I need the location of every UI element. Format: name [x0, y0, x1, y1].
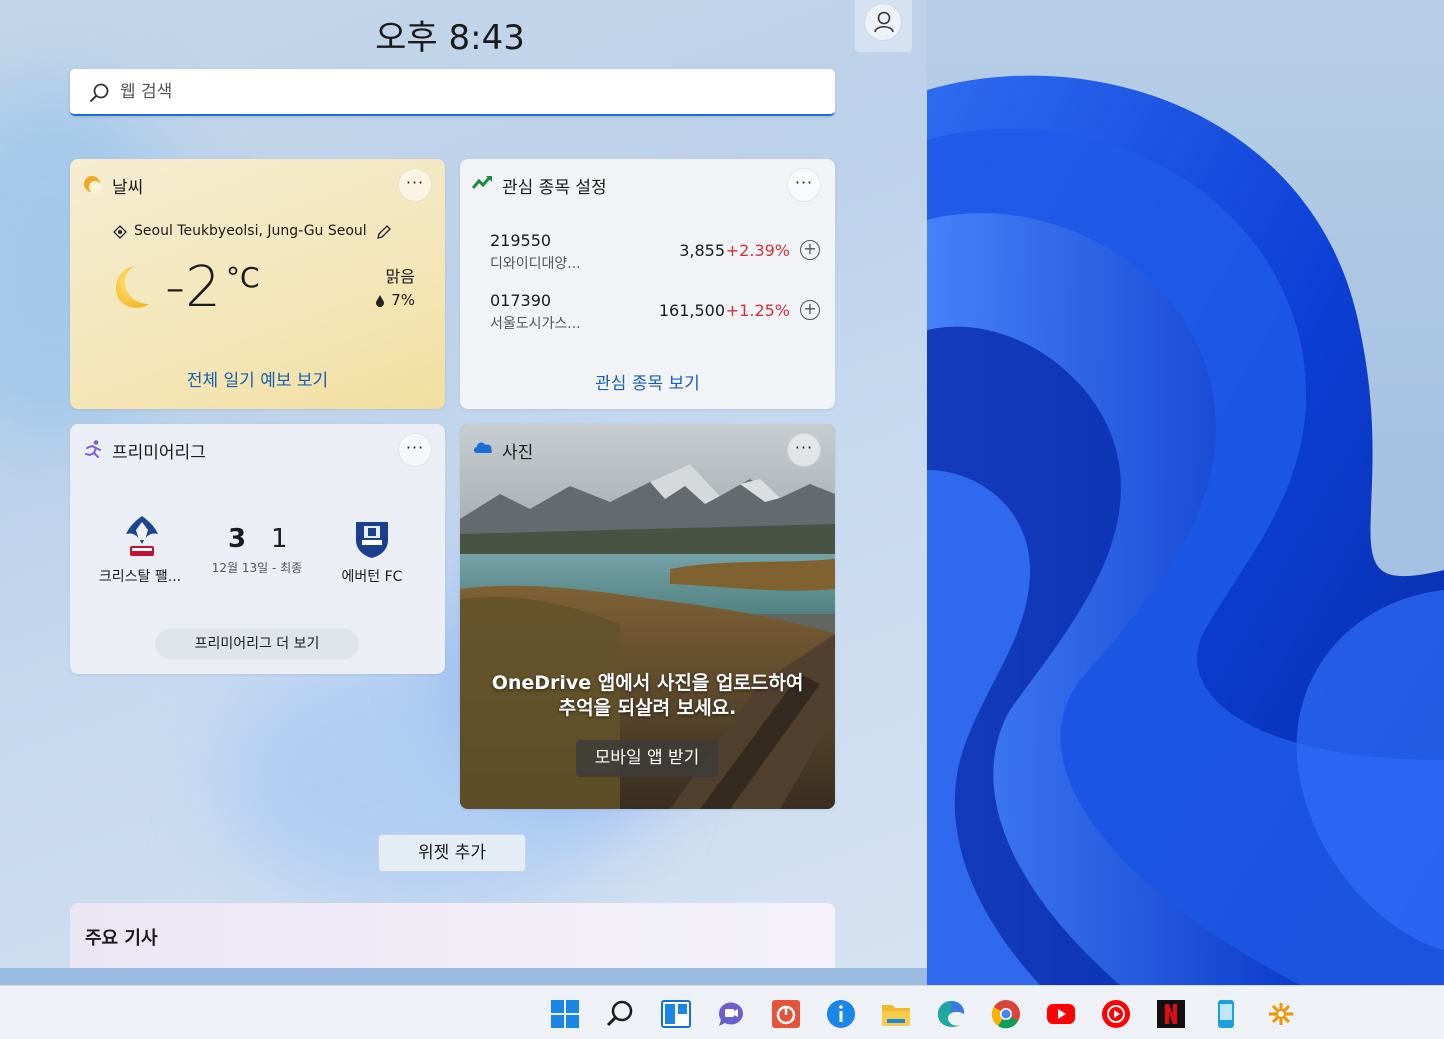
- weather-widget[interactable]: 날씨 ··· Seoul Teukbyeolsi, Jung-Gu Seoul …: [70, 159, 445, 409]
- stock-row[interactable]: 219550 디와이디대양... 3,855 +2.39% +: [490, 231, 820, 281]
- everton-crest-icon: [356, 522, 388, 558]
- web-search-input[interactable]: [120, 77, 810, 107]
- weather-title: 날씨: [112, 178, 144, 198]
- widgets-panel: 오후 8:43 날씨 ··· Seoul Teukbyeolsi, Jung-G…: [0, 0, 927, 968]
- photos-more-button[interactable]: ···: [787, 433, 821, 467]
- weather-precipitation: 7%: [391, 291, 415, 309]
- weather-temperature: -2: [165, 255, 221, 320]
- start-icon[interactable]: [550, 999, 580, 1029]
- user-icon: [874, 11, 894, 33]
- premier-league-widget[interactable]: 프리미어리그 ··· 크리스탈 팰... 3 1 12월 13일 - 최종 에버…: [70, 424, 445, 674]
- chrome-icon[interactable]: [991, 999, 1021, 1029]
- top-stories-section: 주요 기사: [70, 903, 835, 968]
- stock-row[interactable]: 017390 서울도시가스... 161,500 +1.25% +: [490, 291, 820, 341]
- more-premier-league-button[interactable]: 프리미어리그 더 보기: [155, 629, 359, 659]
- away-team-name: 에버턴 FC: [341, 569, 403, 585]
- full-forecast-link[interactable]: 전체 일기 예보 보기: [70, 366, 445, 391]
- widgets-icon[interactable]: [661, 999, 691, 1029]
- watchlist-title: 관심 종목 설정: [502, 178, 607, 198]
- stock-price: 161,500: [658, 301, 725, 320]
- taskbar: [0, 985, 1444, 1039]
- youtube-icon[interactable]: [1046, 999, 1076, 1029]
- add-stock-icon[interactable]: +: [800, 240, 820, 260]
- view-watchlist-link[interactable]: 관심 종목 보기: [460, 369, 835, 394]
- home-score: 3: [228, 524, 247, 554]
- web-search-box[interactable]: [70, 69, 835, 116]
- watchlist-widget[interactable]: 관심 종목 설정 ··· 219550 디와이디대양... 3,855 +2.3…: [460, 159, 835, 409]
- weather-unit: °C: [226, 261, 260, 294]
- sports-runner-icon: [85, 440, 101, 458]
- away-score: 1: [271, 524, 288, 554]
- stock-name: 서울도시가스...: [490, 316, 581, 332]
- add-widget-button[interactable]: 위젯 추가: [378, 834, 526, 872]
- onedrive-message: OneDrive 앱에서 사진을 업로드하여 추억을 되살려 보세요.: [491, 672, 804, 719]
- stock-symbol: 017390: [490, 291, 552, 310]
- stocks-trend-icon: [472, 176, 492, 189]
- youtube-music-icon[interactable]: [1101, 999, 1131, 1029]
- weather-condition: 맑음: [385, 267, 415, 286]
- file-explorer-icon[interactable]: [881, 999, 911, 1029]
- photos-title: 사진: [502, 443, 534, 463]
- stock-change: +2.39%: [725, 241, 790, 260]
- app-red-icon[interactable]: [771, 999, 801, 1029]
- premier-league-more-button[interactable]: ···: [398, 433, 432, 467]
- top-stories-title: 주요 기사: [85, 928, 158, 949]
- crystal-palace-crest-icon: [126, 516, 158, 556]
- get-mobile-app-button[interactable]: 모바일 앱 받기: [576, 740, 718, 777]
- stock-symbol: 219550: [490, 231, 552, 250]
- photos-widget[interactable]: 사진 ··· OneDrive 앱에서 사진을 업로드하여 추억을 되살려 보세…: [460, 424, 835, 809]
- stock-change: +1.25%: [725, 301, 790, 320]
- stock-price: 3,855: [679, 241, 725, 260]
- app-orange-icon[interactable]: [1266, 999, 1296, 1029]
- info-icon[interactable]: [826, 999, 856, 1029]
- profile-avatar: [864, 3, 902, 41]
- teams-chat-icon[interactable]: [716, 999, 746, 1029]
- match-date: 12월 13일 - 최종: [211, 561, 303, 575]
- netflix-icon[interactable]: [1156, 999, 1186, 1029]
- location-icon: [113, 225, 127, 239]
- add-stock-icon[interactable]: +: [800, 300, 820, 320]
- weather-location: Seoul Teukbyeolsi, Jung-Gu Seoul: [134, 223, 367, 239]
- clock-time: 오후 8:43: [375, 18, 525, 58]
- phone-link-icon[interactable]: [1211, 999, 1241, 1029]
- watchlist-more-button[interactable]: ···: [787, 168, 821, 202]
- weather-more-button[interactable]: ···: [398, 168, 432, 202]
- edit-location-icon[interactable]: [375, 223, 393, 241]
- weather-sun-icon: [84, 176, 101, 193]
- search-icon: [89, 83, 109, 103]
- search-icon[interactable]: [605, 999, 635, 1029]
- moon-icon: [115, 266, 149, 308]
- stock-name: 디와이디대양...: [490, 256, 581, 272]
- home-team-name: 크리스탈 팰...: [98, 569, 182, 585]
- onedrive-cloud-icon: [474, 442, 493, 453]
- profile-button[interactable]: [855, 0, 912, 52]
- premier-league-title: 프리미어리그: [112, 443, 206, 463]
- edge-icon[interactable]: [936, 999, 966, 1029]
